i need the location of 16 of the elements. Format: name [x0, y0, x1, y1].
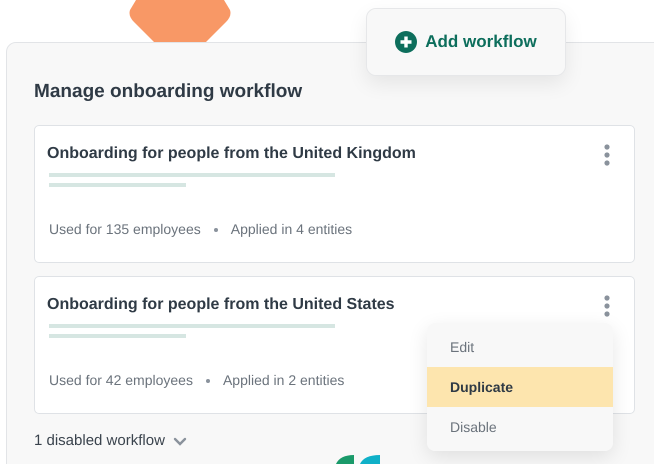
- menu-item[interactable]: Duplicate: [427, 367, 613, 407]
- entities-text: Applied in 4 entities: [230, 220, 352, 239]
- plus-circle-icon: [395, 31, 418, 53]
- leaf-shapes-drawing: [334, 455, 382, 464]
- more-options-icon[interactable]: [604, 144, 610, 166]
- menu-item[interactable]: Disable: [427, 407, 613, 447]
- workflow-title: Onboarding for people from the United States: [47, 295, 395, 315]
- usage-text: Used for 135 employees: [49, 220, 201, 239]
- add-workflow-button[interactable]: Add workflow: [366, 8, 566, 76]
- entities-text: Applied in 2 entities: [222, 371, 344, 390]
- panel-title: Manage onboarding workflow: [34, 80, 304, 104]
- workflow-title: Onboarding for people from the United Kingdom: [47, 144, 416, 164]
- menu-item[interactable]: Edit: [427, 327, 613, 367]
- usage-text: Used for 42 employees: [49, 371, 193, 390]
- chevron-icon: [172, 436, 187, 446]
- more-options-icon[interactable]: [604, 295, 610, 317]
